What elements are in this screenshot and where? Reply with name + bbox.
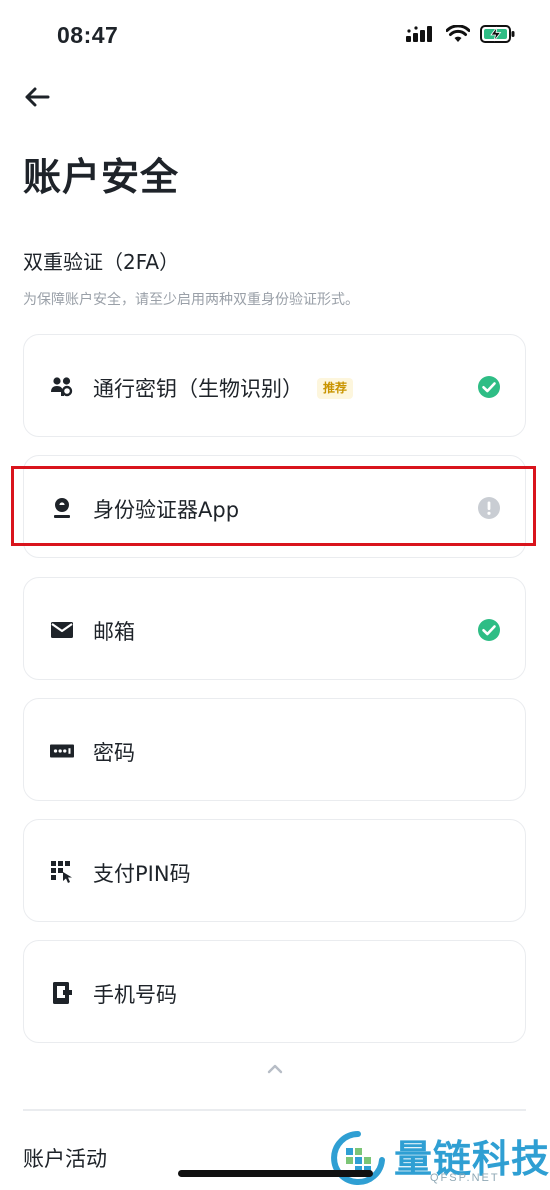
section-title-2fa: 双重验证（2FA） [23,250,180,274]
list-item-password[interactable]: 密码 [23,698,526,801]
watermark: 量链科技 QFSP.NET [330,1128,550,1190]
wifi-icon [445,24,471,47]
status-bar: 08:47 [0,0,550,72]
check-circle-icon [478,619,500,641]
highlight-annotation [11,466,536,546]
arrow-left-icon [25,87,50,107]
watermark-logo-icon [331,1131,385,1185]
watermark-subtext: QFSP.NET [430,1172,500,1184]
list-item-label: 密码 [93,741,135,765]
list-item-passkey[interactable]: 通行密钥（生物识别） 推荐 [23,334,526,437]
section-divider [23,1109,526,1111]
page-title: 账户安全 [23,155,180,199]
list-item-payment-pin[interactable]: 支付PIN码 [23,819,526,922]
list-item-label: 通行密钥（生物识别） [93,377,303,401]
list-item-label: 支付PIN码 [93,862,191,886]
list-item-label: 手机号码 [93,983,177,1007]
recommended-badge: 推荐 [317,377,354,399]
pin-keypad-icon [50,860,74,884]
chevron-up-icon[interactable] [265,1062,285,1076]
passkey-icon [50,375,74,399]
section-description-2fa: 为保障账户安全，请至少启用两种双重身份验证形式。 [23,292,359,308]
mail-icon [50,618,74,642]
password-icon [50,739,74,763]
home-indicator [178,1170,373,1177]
battery-charging-icon [480,24,516,48]
list-item-phone[interactable]: 手机号码 [23,940,526,1043]
check-circle-icon [478,376,500,398]
signal-icon [406,25,436,47]
list-item-label: 邮箱 [93,620,135,644]
section-title-account-activity[interactable]: 账户活动 [23,1143,107,1173]
phone-icon [50,981,74,1005]
status-icons [406,24,516,48]
back-button[interactable] [22,84,52,110]
list-item-email[interactable]: 邮箱 [23,577,526,680]
status-time: 08:47 [57,22,119,48]
